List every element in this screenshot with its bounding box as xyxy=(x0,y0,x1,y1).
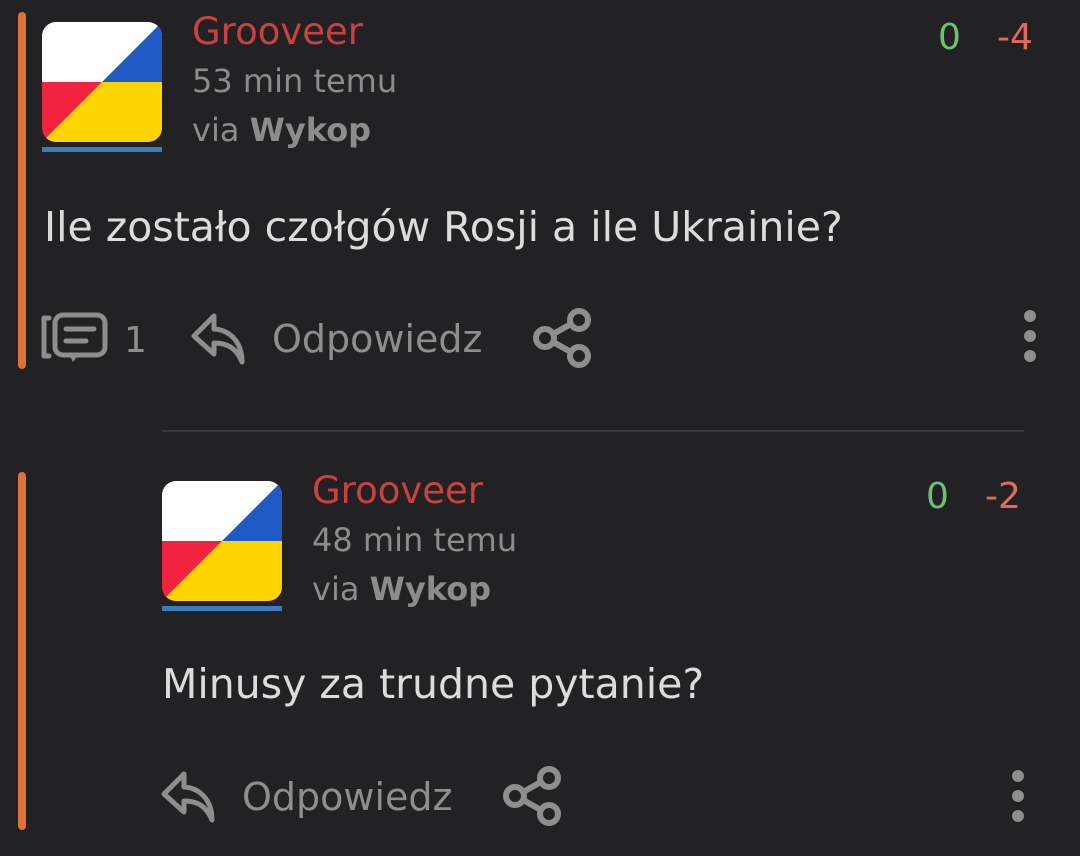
entry-source: via Wykop xyxy=(192,111,371,149)
entry-vote-minus[interactable]: -4 xyxy=(997,18,1033,58)
comments-count[interactable]: 1 xyxy=(124,319,147,363)
reply-icon xyxy=(160,768,216,826)
comment-vote-minus[interactable]: -2 xyxy=(985,477,1021,517)
entry-timestamp: 53 min temu xyxy=(192,62,398,100)
entry-avatar[interactable] xyxy=(42,22,162,153)
entry-source-prefix: via xyxy=(192,111,240,149)
comment-username[interactable]: Grooveer xyxy=(312,471,483,511)
entry-reply-button[interactable]: Odpowiedz xyxy=(190,310,482,368)
entry-share-button[interactable] xyxy=(532,308,594,372)
entry-more-button[interactable] xyxy=(1014,308,1046,368)
entry-accent-bar xyxy=(18,12,26,369)
entry-username[interactable]: Grooveer xyxy=(192,12,363,52)
comments-divider xyxy=(162,430,1024,432)
comment-source-prefix: via xyxy=(312,570,360,608)
comment-vote-plus[interactable]: 0 xyxy=(926,477,949,517)
share-icon xyxy=(502,765,564,831)
comment-reply-button[interactable]: Odpowiedz xyxy=(160,768,452,826)
comment-reply-label: Odpowiedz xyxy=(242,775,453,819)
entry-source-app: Wykop xyxy=(249,111,372,149)
wykop-entry-screen: Grooveer 53 min temu via Wykop 0 -4 Ile … xyxy=(0,0,1080,856)
comment-avatar[interactable] xyxy=(162,481,282,612)
more-vertical-icon xyxy=(1023,309,1037,367)
comments-button[interactable] xyxy=(40,312,110,368)
share-icon xyxy=(532,307,594,373)
comments-icon xyxy=(41,310,109,370)
comment-timestamp: 48 min temu xyxy=(312,521,518,559)
entry-body-text: Ile zostało czołgów Rosji a ile Ukrainie… xyxy=(44,203,843,251)
comment-source: via Wykop xyxy=(312,570,491,608)
comment-share-button[interactable] xyxy=(502,766,564,830)
entry-vote-plus[interactable]: 0 xyxy=(938,18,961,58)
comment-source-app: Wykop xyxy=(369,570,492,608)
comment-accent-bar xyxy=(18,472,26,830)
comment-body-text: Minusy za trudne pytanie? xyxy=(162,660,705,708)
more-vertical-icon xyxy=(1011,769,1025,827)
entry-reply-label: Odpowiedz xyxy=(272,317,483,361)
reply-icon xyxy=(190,310,246,368)
comment-more-button[interactable] xyxy=(1002,768,1034,828)
